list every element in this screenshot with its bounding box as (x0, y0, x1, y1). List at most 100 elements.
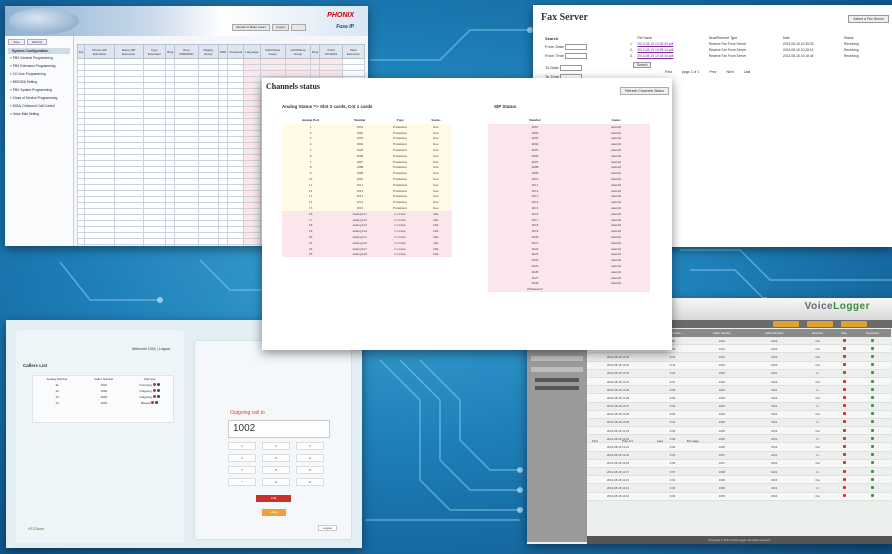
dial-key[interactable]: 9 (296, 466, 324, 474)
sidebar-item[interactable]: » PBX Extension Programming (5, 62, 73, 70)
delete-icon[interactable] (156, 389, 160, 392)
filter-field[interactable] (531, 367, 583, 372)
play-icon[interactable] (842, 338, 846, 342)
play-icon[interactable] (842, 428, 846, 432)
table-cell[interactable] (113, 244, 144, 246)
table-cell[interactable] (142, 244, 167, 246)
download-icon[interactable] (870, 387, 874, 391)
sidebar-item[interactable]: » BR/DISA Setting (5, 78, 73, 86)
play-icon[interactable] (842, 395, 846, 399)
dial-key[interactable]: 1 (228, 442, 256, 450)
play-icon[interactable] (842, 477, 846, 481)
sidebar-item[interactable]: » PBX System Programming (5, 86, 73, 94)
download-icon[interactable] (870, 445, 874, 449)
table-cell[interactable] (197, 244, 219, 246)
pager-first[interactable]: First (665, 70, 672, 74)
refresh-tab[interactable]: Refresh (26, 39, 48, 45)
per-page-select[interactable]: Per page (687, 439, 699, 443)
download-icon[interactable] (870, 379, 874, 383)
from-date-input[interactable] (565, 44, 588, 50)
download-icon[interactable] (870, 346, 874, 350)
sidebar-item[interactable]: » Voice Mail Setting (5, 110, 73, 118)
play-icon[interactable] (842, 453, 846, 457)
download-icon[interactable] (870, 461, 874, 465)
dial-number-input[interactable]: 1002 (228, 420, 330, 438)
sidebar-item[interactable]: » DISA/ Outbound Call Control (5, 102, 73, 110)
table-cell[interactable] (174, 244, 199, 246)
logout-button[interactable]: Logout (271, 24, 289, 31)
play-icon[interactable] (842, 445, 846, 449)
table-cell[interactable] (165, 244, 176, 246)
dial-key[interactable]: # (296, 478, 324, 486)
dial-key[interactable]: 4 (228, 454, 256, 462)
download-icon[interactable] (870, 395, 874, 399)
play-icon[interactable] (842, 485, 846, 489)
pager-prev[interactable]: Prev (709, 70, 716, 74)
delete-icon[interactable] (155, 401, 159, 404)
dial-key[interactable]: 7 (228, 466, 256, 474)
table-cell[interactable] (227, 244, 245, 246)
play-icon[interactable] (842, 354, 846, 358)
pager-last[interactable]: Last (657, 439, 663, 443)
download-icon[interactable] (870, 453, 874, 457)
delete-icon[interactable] (156, 395, 160, 398)
nav-button[interactable] (773, 321, 799, 327)
play-icon[interactable] (842, 436, 846, 440)
download-icon[interactable] (870, 404, 874, 408)
dial-key[interactable]: 0 (262, 478, 290, 486)
logout-button[interactable]: Logout (318, 525, 338, 531)
call-back-icon[interactable] (152, 383, 156, 386)
download-icon[interactable] (870, 494, 874, 498)
play-icon[interactable] (842, 379, 846, 383)
to-date-input[interactable] (559, 65, 582, 71)
uk-flag-icon[interactable] (291, 24, 306, 31)
play-icon[interactable] (842, 494, 846, 498)
pager-last[interactable]: Last (744, 70, 751, 74)
download-icon[interactable] (870, 363, 874, 367)
play-icon[interactable] (842, 387, 846, 391)
dial-key[interactable]: 8 (262, 466, 290, 474)
call-back-icon[interactable] (151, 401, 155, 404)
download-icon[interactable] (870, 354, 874, 358)
fax-server-select[interactable]: Select a Fax Server (848, 15, 889, 23)
download-icon[interactable] (870, 428, 874, 432)
download-icon[interactable] (870, 412, 874, 416)
from-time-input[interactable] (565, 53, 588, 59)
dial-key[interactable]: 2 (262, 442, 290, 450)
dial-key[interactable]: * (228, 478, 256, 486)
play-icon[interactable] (842, 469, 846, 473)
dial-key[interactable]: 6 (296, 454, 324, 462)
play-icon[interactable] (842, 412, 846, 416)
play-icon[interactable] (842, 404, 846, 408)
play-icon[interactable] (842, 363, 846, 367)
pager-next[interactable]: Next (727, 70, 734, 74)
filter-button[interactable] (535, 386, 579, 390)
call-button[interactable]: Call (256, 495, 291, 502)
download-icon[interactable] (870, 469, 874, 473)
download-icon[interactable] (870, 477, 874, 481)
delete-icon[interactable] (156, 383, 160, 386)
save-tab[interactable]: Save (8, 39, 25, 45)
pager-first[interactable]: First (592, 439, 598, 443)
fax-file-link[interactable]: 2013-08-15 10:18:44.pdf (636, 53, 707, 59)
welcome-text[interactable]: Welcome 1001 | Logout (132, 347, 170, 351)
refresh-button[interactable]: Refresh Channels Status (620, 87, 669, 95)
download-icon[interactable] (870, 485, 874, 489)
download-icon[interactable] (870, 371, 874, 375)
restart-button[interactable]: Restart & Make Clean (232, 24, 270, 31)
table-cell[interactable] (76, 244, 86, 246)
table-cell[interactable] (243, 244, 261, 246)
download-icon[interactable] (870, 436, 874, 440)
call-back-icon[interactable] (152, 389, 156, 392)
download-icon[interactable] (870, 338, 874, 342)
nav-button[interactable] (807, 321, 833, 327)
hang-button[interactable]: Hang (262, 509, 286, 516)
download-icon[interactable] (870, 420, 874, 424)
call-back-icon[interactable] (152, 395, 156, 398)
table-cell[interactable] (84, 244, 115, 246)
play-icon[interactable] (842, 420, 846, 424)
sidebar-item[interactable]: » Class of Service Programming (5, 94, 73, 102)
nav-button[interactable] (841, 321, 867, 327)
filter-button[interactable] (535, 378, 579, 382)
play-icon[interactable] (842, 461, 846, 465)
